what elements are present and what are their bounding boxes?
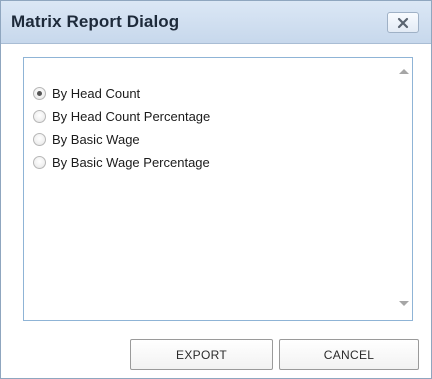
radio-by-head-count[interactable] (33, 86, 46, 100)
option-label: By Basic Wage Percentage (52, 154, 210, 170)
options-panel: By Head Count By Head Count Percentage B… (23, 57, 413, 321)
option-by-basic-wage[interactable]: By Basic Wage (33, 129, 210, 149)
dialog-title: Matrix Report Dialog (11, 12, 180, 31)
close-icon (397, 17, 409, 28)
scroll-up-arrow-icon[interactable] (399, 69, 409, 74)
vertical-scrollbar[interactable] (395, 58, 412, 320)
cancel-button[interactable]: CANCEL (279, 339, 419, 370)
option-label: By Basic Wage (52, 131, 140, 147)
option-label: By Head Count Percentage (52, 108, 211, 124)
dialog-titlebar: Matrix Report Dialog (1, 1, 431, 44)
option-by-basic-wage-percentage[interactable]: By Basic Wage Percentage (33, 152, 210, 172)
close-button[interactable] (387, 12, 419, 33)
scroll-down-arrow-icon[interactable] (399, 301, 409, 306)
radio-by-basic-wage-percentage[interactable] (33, 155, 46, 169)
option-label: By Head Count (52, 85, 141, 101)
radio-by-basic-wage[interactable] (33, 132, 46, 146)
report-type-options: By Head Count By Head Count Percentage B… (33, 83, 210, 175)
radio-by-head-count-percentage[interactable] (33, 109, 46, 123)
option-by-head-count[interactable]: By Head Count (33, 83, 210, 103)
export-button[interactable]: EXPORT (130, 339, 273, 370)
dialog-footer: EXPORT CANCEL (1, 331, 431, 378)
option-by-head-count-percentage[interactable]: By Head Count Percentage (33, 106, 210, 126)
matrix-report-dialog: Matrix Report Dialog By Head Count By He… (0, 0, 432, 379)
